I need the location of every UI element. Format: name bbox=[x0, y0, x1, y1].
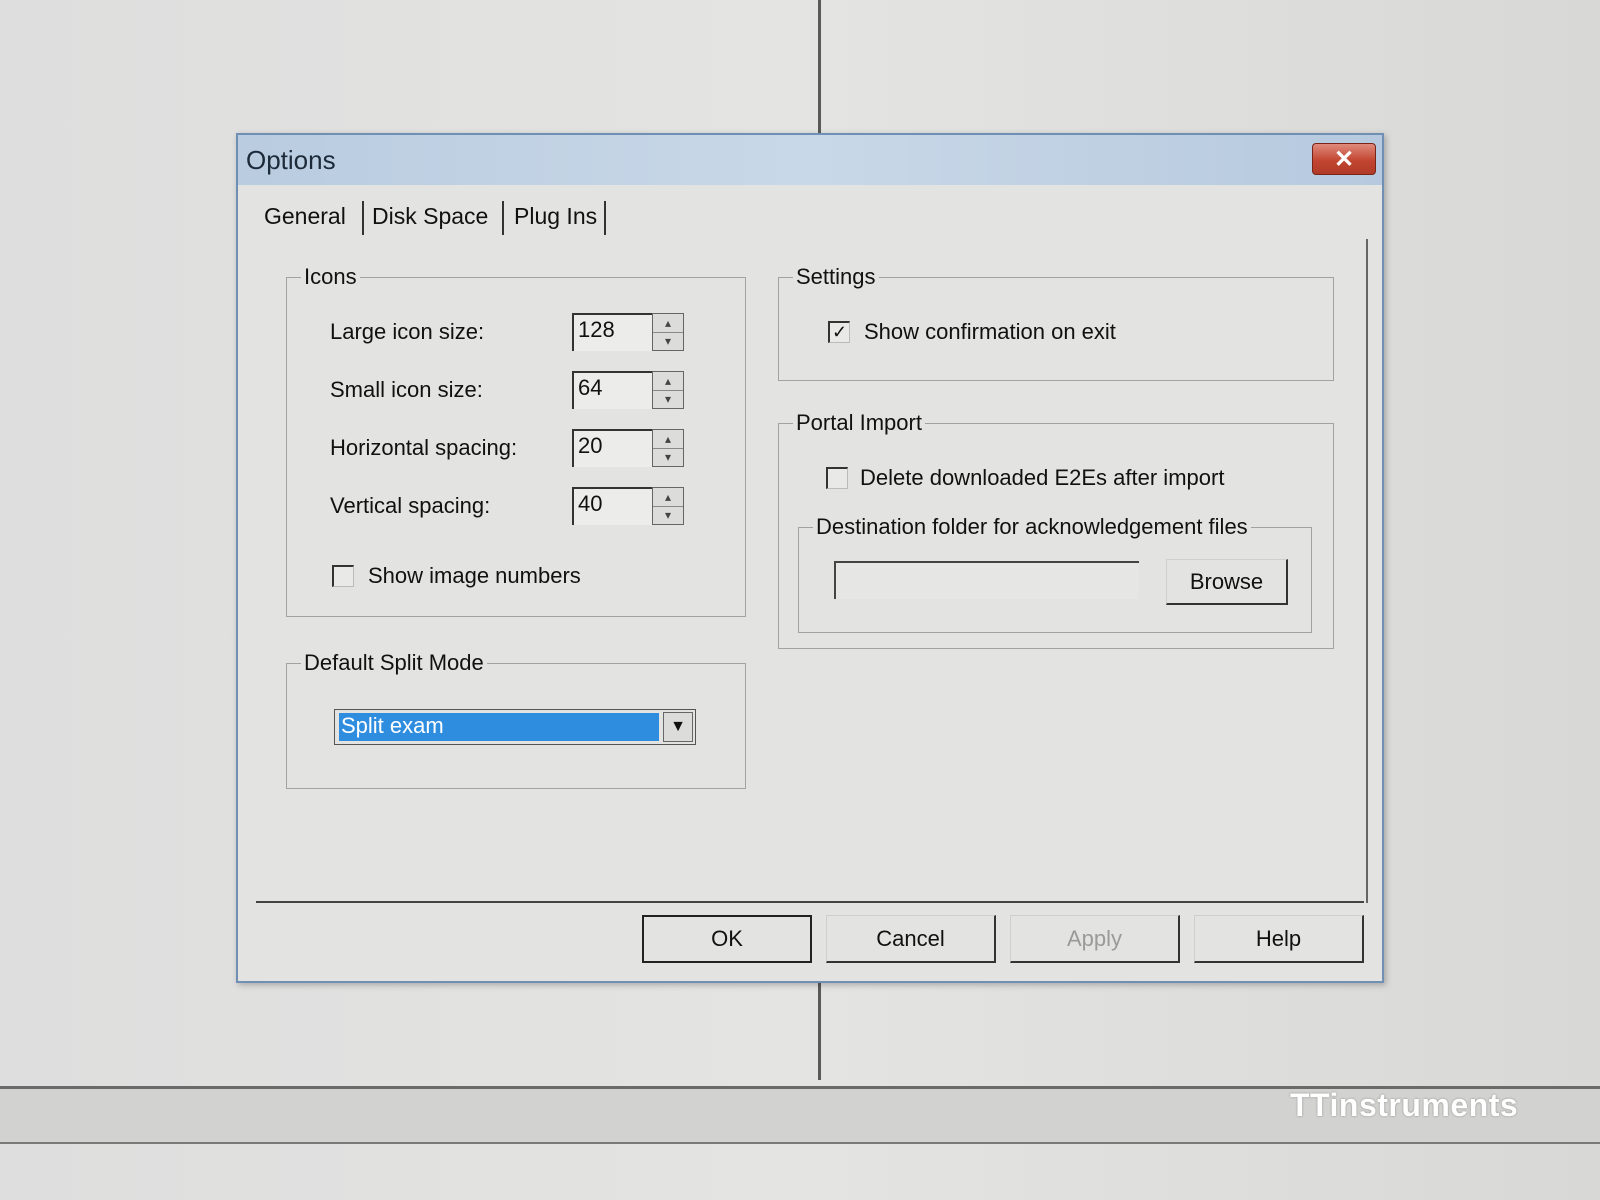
tab-general[interactable]: General bbox=[264, 203, 346, 230]
spin-up-icon[interactable]: ▴ bbox=[653, 372, 683, 391]
spin-buttons: ▴ ▾ bbox=[652, 487, 684, 525]
spin-down-icon[interactable]: ▾ bbox=[653, 390, 683, 408]
show-confirmation-checkbox[interactable]: ✓ bbox=[828, 321, 850, 343]
small-icon-size-label: Small icon size: bbox=[330, 377, 483, 402]
icons-group-label: Icons bbox=[301, 264, 360, 290]
ok-button[interactable]: OK bbox=[642, 915, 812, 963]
large-icon-size-input[interactable]: 128 bbox=[572, 313, 652, 351]
settings-group-label: Settings bbox=[793, 264, 879, 290]
show-image-numbers-label: Show image numbers bbox=[368, 563, 581, 588]
spin-buttons: ▴ ▾ bbox=[652, 313, 684, 351]
title-bar[interactable]: Options ✕ bbox=[238, 135, 1382, 185]
large-icon-size-stepper[interactable]: 128 ▴ ▾ bbox=[572, 313, 684, 351]
browse-button[interactable]: Browse bbox=[1166, 559, 1288, 605]
delete-downloaded-label: Delete downloaded E2Es after import bbox=[860, 465, 1225, 490]
spin-up-icon[interactable]: ▴ bbox=[653, 488, 683, 507]
background-line bbox=[0, 1142, 1600, 1144]
spin-buttons: ▴ ▾ bbox=[652, 371, 684, 409]
horizontal-spacing-stepper[interactable]: 20 ▴ ▾ bbox=[572, 429, 684, 467]
chevron-down-icon[interactable]: ▼ bbox=[663, 712, 693, 742]
tab-disk-space[interactable]: Disk Space bbox=[372, 203, 488, 230]
tab-panel-edge bbox=[1366, 239, 1368, 903]
spin-up-icon[interactable]: ▴ bbox=[653, 430, 683, 449]
delete-downloaded-checkbox[interactable] bbox=[826, 467, 848, 489]
spin-down-icon[interactable]: ▾ bbox=[653, 448, 683, 466]
show-confirmation-label: Show confirmation on exit bbox=[864, 319, 1116, 344]
large-icon-size-label: Large icon size: bbox=[330, 319, 485, 344]
vertical-spacing-input[interactable]: 40 bbox=[572, 487, 652, 525]
tab-divider bbox=[502, 201, 504, 235]
spin-buttons: ▴ ▾ bbox=[652, 429, 684, 467]
destination-folder-label: Destination folder for acknowledgement f… bbox=[813, 514, 1251, 540]
apply-button[interactable]: Apply bbox=[1010, 915, 1180, 963]
show-image-numbers-checkbox[interactable] bbox=[332, 565, 354, 587]
destination-folder-input[interactable] bbox=[834, 561, 1139, 599]
vertical-spacing-label: Vertical spacing: bbox=[330, 493, 491, 518]
watermark: TTinstruments bbox=[1290, 1087, 1519, 1123]
options-dialog: Options ✕ General Disk Space Plug Ins Ic… bbox=[236, 133, 1384, 983]
tab-plug-ins[interactable]: Plug Ins bbox=[514, 203, 597, 230]
button-row-separator bbox=[256, 901, 1364, 903]
tab-divider bbox=[362, 201, 364, 235]
spin-up-icon[interactable]: ▴ bbox=[653, 314, 683, 333]
close-icon: ✕ bbox=[1333, 145, 1355, 173]
split-mode-selected: Split exam bbox=[339, 713, 659, 741]
spin-down-icon[interactable]: ▾ bbox=[653, 506, 683, 524]
vertical-spacing-stepper[interactable]: 40 ▴ ▾ bbox=[572, 487, 684, 525]
cancel-button[interactable]: Cancel bbox=[826, 915, 996, 963]
small-icon-size-stepper[interactable]: 64 ▴ ▾ bbox=[572, 371, 684, 409]
dialog-title: Options bbox=[246, 145, 336, 175]
close-button[interactable]: ✕ bbox=[1312, 143, 1376, 175]
spin-down-icon[interactable]: ▾ bbox=[653, 332, 683, 350]
horizontal-spacing-input[interactable]: 20 bbox=[572, 429, 652, 467]
tab-divider bbox=[604, 201, 606, 235]
split-mode-group-label: Default Split Mode bbox=[301, 650, 487, 676]
help-button[interactable]: Help bbox=[1194, 915, 1364, 963]
split-mode-dropdown[interactable]: Split exam ▼ bbox=[334, 709, 696, 745]
portal-import-group-label: Portal Import bbox=[793, 410, 925, 436]
horizontal-spacing-label: Horizontal spacing: bbox=[330, 435, 518, 460]
small-icon-size-input[interactable]: 64 bbox=[572, 371, 652, 409]
